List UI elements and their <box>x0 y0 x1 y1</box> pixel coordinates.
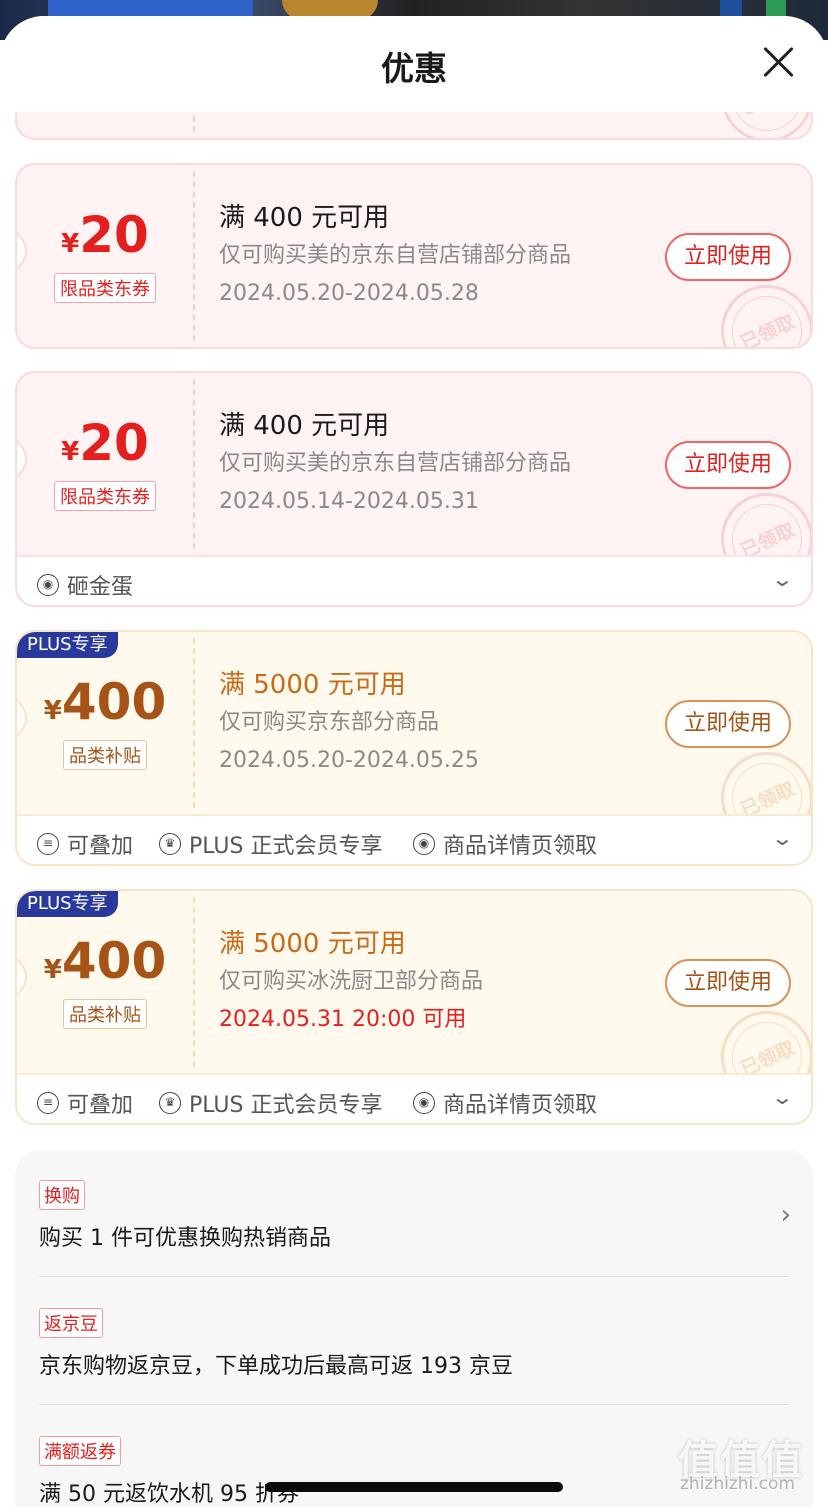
plus-badge: PLUS专享 <box>17 632 118 658</box>
coupon-description: 仅可购买美的京东自营店铺部分商品 <box>219 451 572 476</box>
coupon-type-tag: 品类补贴 <box>17 740 193 770</box>
coupon-type-tag: 限品类东券 <box>17 273 193 303</box>
promo-row-coupon-return: 满额返券 满 50 元返饮水机 95 折券 <box>39 1436 789 1507</box>
coupon-description: 仅可购买美的京东自营店铺部分商品 <box>219 243 572 268</box>
coupon-date: 2024.05.14-2024.05.31 <box>219 489 479 514</box>
coupon-extras[interactable]: ≡ 可叠加 ♛ PLUS 正式会员专享 ◉ 商品详情页领取 ⌄ <box>17 1073 811 1123</box>
use-now-button[interactable]: 立即使用 <box>665 700 791 748</box>
divider <box>193 379 195 549</box>
crown-icon: ♛ <box>159 1092 181 1114</box>
coupon-info: 满 5000 元可用 仅可购买冰洗厨卫部分商品 2024.05.31 20:00… <box>219 927 483 1035</box>
chevron-down-icon[interactable]: ⌄ <box>771 1085 794 1109</box>
divider <box>39 1276 789 1277</box>
coupon-card: PLUS专享 ¥400 品类补贴 满 5000 元可用 仅可购买冰洗厨卫部分商品… <box>15 889 813 1125</box>
extra-item: ≡ 可叠加 <box>37 1087 133 1119</box>
promo-row-trade-in[interactable]: 换购 购买 1 件可优惠换购热销商品 <box>39 1180 789 1252</box>
extra-item: ♛ PLUS 正式会员专享 <box>159 828 383 860</box>
coupon-date: 2024.05.20-2024.05.28 <box>219 281 479 306</box>
coupon-info: 满 400 元可用 仅可购买美的京东自营店铺部分商品 2024.05.20-20… <box>219 201 571 309</box>
coupon-condition: 满 400 元可用 <box>219 411 390 441</box>
crown-icon: ♛ <box>159 833 181 855</box>
ticket-icon: ◉ <box>413 833 435 855</box>
egg-icon: ◉ <box>37 574 59 596</box>
use-now-button[interactable]: 立即使用 <box>665 441 791 489</box>
coupon-condition: 满 5000 元可用 <box>219 670 406 700</box>
promo-badge: 返京豆 <box>39 1308 103 1338</box>
coupon-amount: ¥400 <box>43 932 167 990</box>
coupon-card: ¥20 限品类东券 满 400 元可用 仅可购买美的京东自营店铺部分商品 202… <box>15 371 813 607</box>
coupon-amount: ¥400 <box>43 673 167 731</box>
coupon-type-tag: 品类补贴 <box>17 999 193 1029</box>
ticket-icon: ◉ <box>413 1092 435 1114</box>
page-title: 优惠 <box>381 49 447 88</box>
use-now-button[interactable]: 立即使用 <box>665 233 791 281</box>
coupon-extras[interactable]: ≡ 可叠加 ♛ PLUS 正式会员专享 ◉ 商品详情页领取 ⌄ <box>17 814 811 864</box>
promo-badge: 满额返券 <box>39 1436 121 1466</box>
coupon-date: 2024.05.31 20:00 可用 <box>219 1007 467 1032</box>
promo-text: 京东购物返京豆，下单成功后最高可返 193 京豆 <box>39 1354 513 1379</box>
coupon-description: 仅可购买冰洗厨卫部分商品 <box>219 969 484 994</box>
close-icon[interactable] <box>760 44 796 80</box>
divider <box>193 171 195 341</box>
promo-badge: 换购 <box>39 1180 85 1210</box>
extra-item: ♛ PLUS 正式会员专享 <box>159 1087 383 1119</box>
extra-item: ◉ 商品详情页领取 <box>413 1087 597 1119</box>
home-indicator[interactable] <box>265 1482 563 1492</box>
promo-text: 购买 1 件可优惠换购热销商品 <box>39 1226 331 1251</box>
coupon-condition: 满 5000 元可用 <box>219 929 406 959</box>
divider <box>193 897 195 1067</box>
coupon-extras[interactable]: ◉ 砸金蛋 ⌄ <box>17 555 811 605</box>
watermark-site: zhizhizhi.com <box>680 1474 795 1494</box>
divider <box>193 638 195 808</box>
extra-item: ◉ 商品详情页领取 <box>413 828 597 860</box>
coupon-card: ¥20 限品类东券 满 400 元可用 仅可购买美的京东自营店铺部分商品 202… <box>15 163 813 349</box>
coupon-amount: ¥20 <box>61 414 149 472</box>
chevron-right-icon[interactable]: › <box>781 1200 791 1230</box>
sheet-header: 优惠 <box>0 16 828 112</box>
extra-item: ≡ 可叠加 <box>37 828 133 860</box>
plus-badge: PLUS专享 <box>17 891 118 917</box>
stack-icon: ≡ <box>37 1092 59 1114</box>
chevron-down-icon[interactable]: ⌄ <box>771 567 794 591</box>
promo-row-jingdou: 返京豆 京东购物返京豆，下单成功后最高可返 193 京豆 <box>39 1308 789 1380</box>
divider <box>39 1404 789 1405</box>
coupon-condition: 满 400 元可用 <box>219 203 390 233</box>
claimed-stamp: 已领取 <box>705 269 811 347</box>
coupon-sheet: 优惠 已领取 ¥20 限品类东券 满 400 元可用 仅可购买美的京东自营店铺部… <box>0 16 828 1507</box>
coupon-info: 满 5000 元可用 仅可购买京东部分商品 2024.05.20-2024.05… <box>219 668 479 776</box>
coupon-info: 满 400 元可用 仅可购买美的京东自营店铺部分商品 2024.05.14-20… <box>219 409 571 517</box>
coupon-amount: ¥20 <box>61 206 149 264</box>
chevron-down-icon[interactable]: ⌄ <box>771 826 794 850</box>
extra-item: ◉ 砸金蛋 <box>37 569 133 601</box>
coupon-card: PLUS专享 ¥400 品类补贴 满 5000 元可用 仅可购买京东部分商品 2… <box>15 630 813 866</box>
use-now-button[interactable]: 立即使用 <box>665 959 791 1007</box>
stack-icon: ≡ <box>37 833 59 855</box>
coupon-type-tag: 限品类东券 <box>17 481 193 511</box>
coupon-date: 2024.05.20-2024.05.25 <box>219 748 479 773</box>
coupon-description: 仅可购买京东部分商品 <box>219 710 440 735</box>
